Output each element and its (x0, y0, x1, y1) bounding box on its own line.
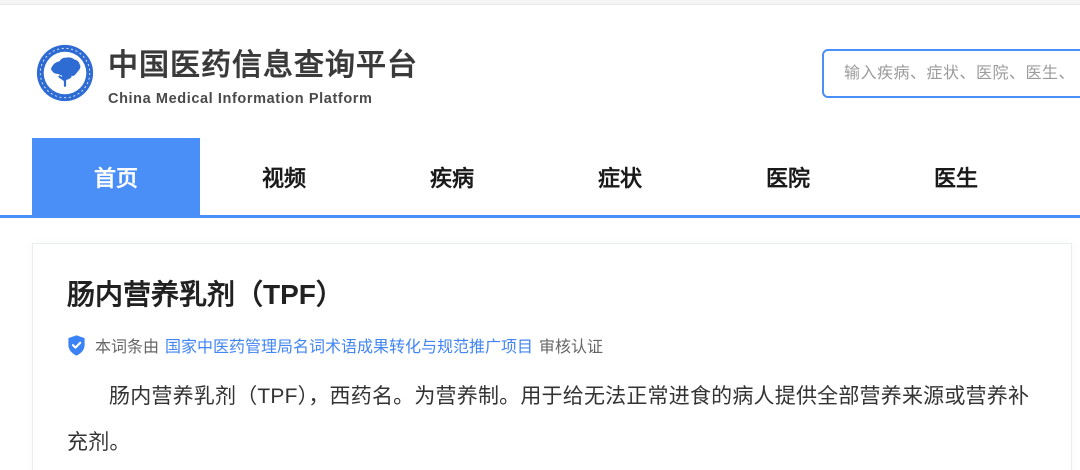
site-title: 中国医药信息查询平台 (108, 48, 418, 84)
entry-summary: 肠内营养乳剂（TPF），西药名。为营养制。用于给无法正常进食的病人提供全部营养来… (67, 374, 1037, 466)
entry-card: 肠内营养乳剂（TPF） 本词条由 国家中医药管理局名词术语成果转化与规范推广项目… (32, 243, 1072, 470)
nav-tab-home[interactable]: 首页 (32, 138, 200, 215)
brand-block: 中国医药信息查询平台 China Medical Information Pla… (108, 48, 418, 107)
site-logo-icon (36, 44, 94, 102)
search-input[interactable] (822, 49, 1080, 98)
entry-title: 肠内营养乳剂（TPF） (67, 278, 1037, 312)
site-subtitle: China Medical Information Platform (108, 91, 418, 107)
page: 中国医药信息查询平台 China Medical Information Pla… (0, 0, 1080, 470)
nav-tab-video[interactable]: 视频 (200, 138, 368, 215)
verification-suffix: 审核认证 (539, 333, 603, 357)
main-nav: 首页 视频 疾病 症状 医院 医生 (0, 138, 1080, 218)
site-header: 中国医药信息查询平台 China Medical Information Pla… (0, 6, 1080, 138)
top-strip (0, 0, 1080, 5)
verification-source-link[interactable]: 国家中医药管理局名词术语成果转化与规范推广项目 (165, 333, 533, 357)
verification-row: 本词条由 国家中医药管理局名词术语成果转化与规范推广项目 审核认证 (67, 333, 1037, 357)
verification-prefix: 本词条由 (95, 333, 159, 357)
nav-tab-hospital[interactable]: 医院 (704, 138, 872, 215)
nav-tab-disease[interactable]: 疾病 (368, 138, 536, 215)
nav-tab-symptom[interactable]: 症状 (536, 138, 704, 215)
nav-tab-doctor[interactable]: 医生 (872, 138, 1040, 215)
verified-shield-icon (67, 335, 86, 356)
